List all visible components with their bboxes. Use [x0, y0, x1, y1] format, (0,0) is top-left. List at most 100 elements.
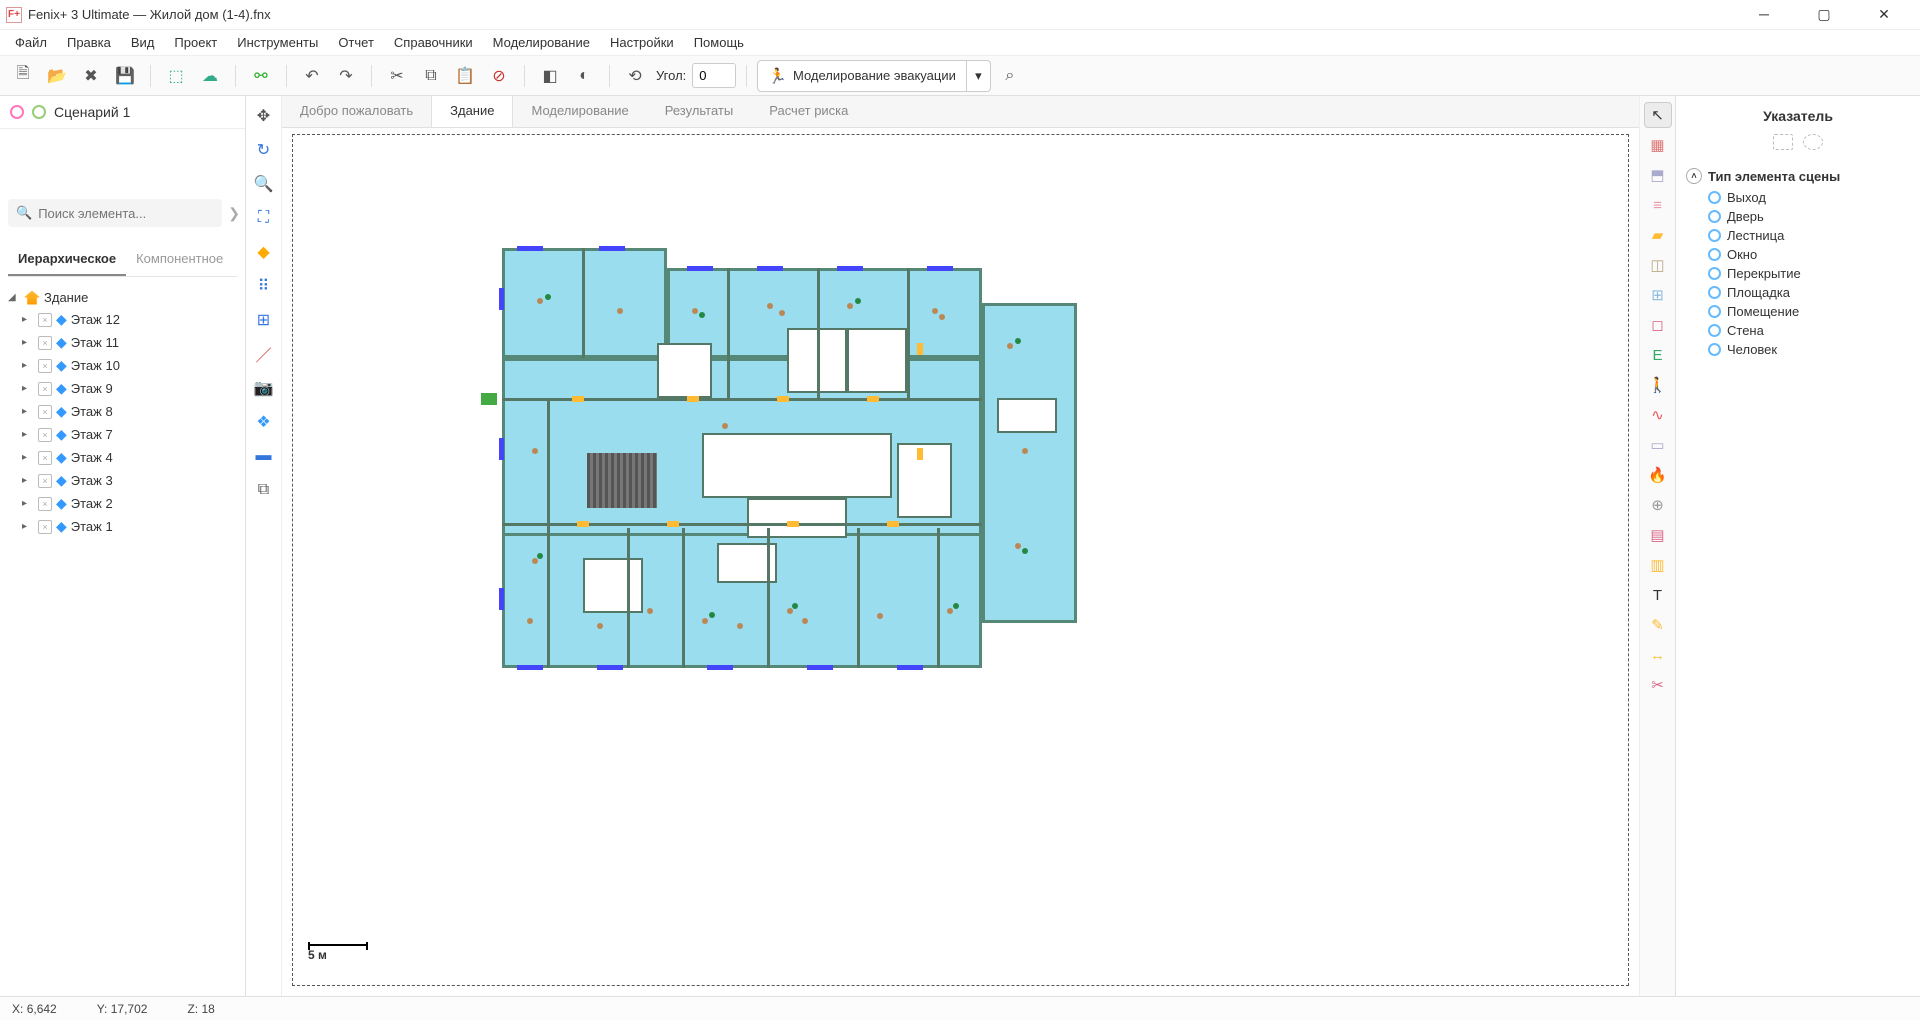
collapse-icon[interactable]: ˄	[1686, 168, 1702, 184]
type-radio-icon[interactable]	[1708, 305, 1721, 318]
tree-floor-item[interactable]: ▸×◆Этаж 10	[4, 354, 241, 377]
text-tool-icon[interactable]: T	[1644, 582, 1672, 608]
measure1-icon[interactable]: ▤	[1644, 522, 1672, 548]
slab-tool-icon[interactable]: ⬒	[1644, 162, 1672, 188]
zone-tool-icon[interactable]: ▭	[1644, 432, 1672, 458]
expand-icon[interactable]: ▸	[22, 452, 34, 463]
tab-welcome[interactable]: Добро пожаловать	[282, 96, 431, 127]
element-type-item[interactable]: Лестница	[1686, 226, 1910, 245]
save-icon[interactable]: 💾	[110, 61, 140, 91]
element-type-item[interactable]: Выход	[1686, 188, 1910, 207]
element-type-item[interactable]: Дверь	[1686, 207, 1910, 226]
tree-floor-item[interactable]: ▸×◆Этаж 1	[4, 515, 241, 538]
ruler-tool-icon[interactable]: ↔	[1644, 642, 1672, 668]
person-tool-icon[interactable]: 🚶	[1644, 372, 1672, 398]
open-file-icon[interactable]: 📂	[42, 61, 72, 91]
pointer-tool-icon[interactable]: ↖	[1644, 102, 1672, 128]
expand-icon[interactable]: ▸	[22, 498, 34, 509]
menu-reference[interactable]: Справочники	[385, 33, 482, 52]
element-type-item[interactable]: Человек	[1686, 340, 1910, 359]
add-cloud-icon[interactable]: ☁	[195, 61, 225, 91]
type-radio-icon[interactable]	[1708, 324, 1721, 337]
type-radio-icon[interactable]	[1708, 286, 1721, 299]
element-type-item[interactable]: Площадка	[1686, 283, 1910, 302]
maximize-button[interactable]: ▢	[1804, 6, 1844, 23]
visibility-icon[interactable]: ×	[38, 313, 52, 327]
window-tool-icon[interactable]: ⊞	[1644, 282, 1672, 308]
tree-floor-item[interactable]: ▸×◆Этаж 8	[4, 400, 241, 423]
table-tool-icon[interactable]: ▬	[250, 442, 278, 470]
type-radio-icon[interactable]	[1708, 229, 1721, 242]
link-icon[interactable]: ⚯	[246, 61, 276, 91]
cut-icon[interactable]: ✂	[382, 61, 412, 91]
copy-view-icon[interactable]: ⧉	[250, 476, 278, 504]
stair-tool-icon[interactable]: ≡	[1644, 192, 1672, 218]
visibility-icon[interactable]: ×	[38, 382, 52, 396]
visibility-icon[interactable]: ×	[38, 336, 52, 350]
visibility-icon[interactable]: ×	[38, 359, 52, 373]
expand-icon[interactable]: ▸	[22, 314, 34, 325]
tree-floor-item[interactable]: ▸×◆Этаж 7	[4, 423, 241, 446]
close-button[interactable]: ✕	[1864, 6, 1904, 23]
fit-tool-icon[interactable]: ⛶	[250, 204, 278, 232]
expand-icon[interactable]: ▸	[22, 475, 34, 486]
flip-h-icon[interactable]: ◧	[535, 61, 565, 91]
move-tool-icon[interactable]: ✥	[250, 102, 278, 130]
axis-tool-icon[interactable]: ／	[250, 340, 278, 368]
menu-file[interactable]: Файл	[6, 33, 56, 52]
fire-tool-icon[interactable]: 🔥	[1644, 462, 1672, 488]
expand-icon[interactable]: ▸	[22, 406, 34, 417]
search-expand-button[interactable]: ❯	[228, 199, 240, 227]
expand-icon[interactable]: ▸	[22, 383, 34, 394]
type-radio-icon[interactable]	[1708, 343, 1721, 356]
element-type-item[interactable]: Окно	[1686, 245, 1910, 264]
cut-plan-icon[interactable]: ✂	[1644, 672, 1672, 698]
element-type-item[interactable]: Помещение	[1686, 302, 1910, 321]
search-input[interactable]	[38, 206, 214, 221]
expand-icon[interactable]: ◢	[8, 292, 20, 303]
door-tool-icon[interactable]: ◫	[1644, 252, 1672, 278]
tab-results[interactable]: Результаты	[647, 96, 751, 127]
exit-tool-icon[interactable]: E	[1644, 342, 1672, 368]
box-tool-icon[interactable]: ◆	[250, 238, 278, 266]
tree-floor-item[interactable]: ▸×◆Этаж 11	[4, 331, 241, 354]
tab-component[interactable]: Компонентное	[126, 243, 233, 276]
redo-icon[interactable]: ↷	[331, 61, 361, 91]
element-type-group[interactable]: ˄ Тип элемента сцены	[1686, 164, 1910, 188]
measure2-icon[interactable]: ▥	[1644, 552, 1672, 578]
scenario-row[interactable]: Сценарий 1	[0, 96, 245, 129]
menu-view[interactable]: Вид	[122, 33, 164, 52]
opening-tool-icon[interactable]: ◻	[1644, 312, 1672, 338]
layers-tool-icon[interactable]: ❖	[250, 408, 278, 436]
visibility-icon[interactable]: ×	[38, 405, 52, 419]
tree-floor-item[interactable]: ▸×◆Этаж 4	[4, 446, 241, 469]
tab-risk[interactable]: Расчет риска	[751, 96, 866, 127]
add-layer-icon[interactable]: ⬚	[161, 61, 191, 91]
run-simulation-button[interactable]: 🏃 Моделирование эвакуации	[757, 60, 967, 92]
type-radio-icon[interactable]	[1708, 248, 1721, 261]
grid-tool-icon[interactable]: ⊞	[250, 306, 278, 334]
visibility-icon[interactable]: ×	[38, 451, 52, 465]
undo-icon[interactable]: ↶	[297, 61, 327, 91]
expand-icon[interactable]: ▸	[22, 360, 34, 371]
route-tool-icon[interactable]: ∿	[1644, 402, 1672, 428]
menu-tools[interactable]: Инструменты	[228, 33, 327, 52]
menu-simulation[interactable]: Моделирование	[484, 33, 599, 52]
visibility-icon[interactable]: ×	[38, 520, 52, 534]
search-input-wrapper[interactable]: 🔍	[8, 199, 222, 227]
type-radio-icon[interactable]	[1708, 210, 1721, 223]
tree-root-building[interactable]: ◢ Здание	[4, 287, 241, 308]
zoom-tool-icon[interactable]: 🔍	[250, 170, 278, 198]
simulation-dropdown[interactable]: ▾	[967, 60, 991, 92]
orbit-tool-icon[interactable]: ↻	[250, 136, 278, 164]
expand-icon[interactable]: ▸	[22, 337, 34, 348]
paste-icon[interactable]: 📋	[450, 61, 480, 91]
angle-input[interactable]	[692, 63, 736, 88]
select-rect-icon[interactable]	[1773, 134, 1793, 150]
inspect-icon[interactable]: ⌕	[995, 61, 1025, 91]
visibility-icon[interactable]: ×	[38, 474, 52, 488]
select-lasso-icon[interactable]	[1803, 134, 1823, 150]
tree-floor-item[interactable]: ▸×◆Этаж 3	[4, 469, 241, 492]
tab-hierarchical[interactable]: Иерархическое	[8, 243, 126, 276]
visibility-icon[interactable]: ×	[38, 428, 52, 442]
